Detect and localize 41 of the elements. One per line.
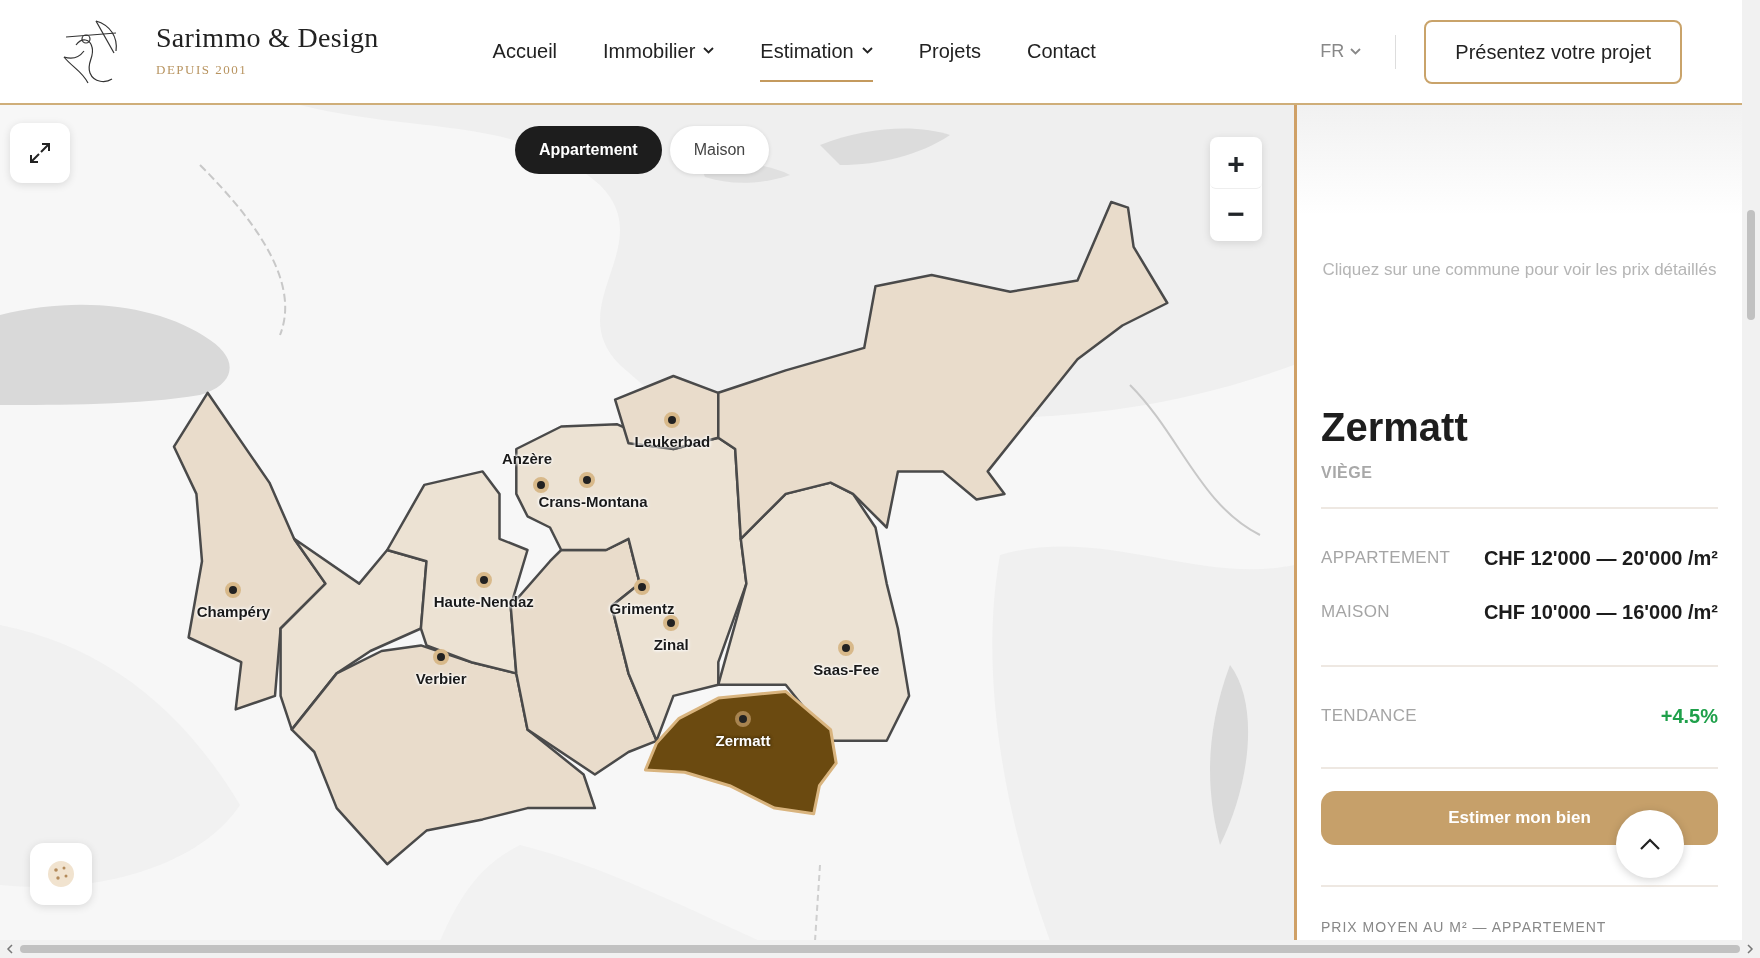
type-toggle[interactable]: Maison — [669, 126, 770, 174]
scrollbar-thumb[interactable] — [20, 945, 1740, 953]
horizontal-scrollbar[interactable] — [0, 940, 1760, 958]
commune-label[interactable]: Champéry — [196, 604, 271, 621]
zoom-in-button[interactable]: + — [1210, 139, 1262, 189]
project-button[interactable]: Présentez votre projet — [1424, 19, 1682, 84]
commune-label[interactable]: Saas-Fee — [813, 661, 880, 679]
type-toggle[interactable]: Appartement — [515, 126, 662, 174]
price-label: APPARTEMENT — [1321, 546, 1451, 569]
trend-label: TENDANCE — [1321, 704, 1417, 727]
nav-link[interactable]: Immobilier — [603, 21, 715, 82]
language-selector[interactable]: FR — [1314, 37, 1368, 66]
commune-label[interactable]: Zermatt — [715, 733, 771, 750]
cookie-icon — [46, 859, 76, 889]
price-label: MAISON — [1321, 600, 1390, 623]
trend-value: +4.5% — [1660, 703, 1718, 729]
nav-link[interactable]: Contact — [1026, 21, 1096, 82]
section-title: PRIX MOYEN AU M² — APPARTEMENT — [1321, 917, 1608, 937]
commune-title: Zermatt — [1321, 406, 1469, 447]
vertical-scrollbar[interactable] — [1742, 0, 1760, 940]
price-value: CHF 10'000 — 16'000 /m² — [1483, 599, 1718, 625]
brand-name: Sarimmo & Design — [156, 23, 379, 52]
zoom-out-button[interactable]: − — [1210, 189, 1262, 239]
nav-link[interactable]: Estimation — [760, 21, 873, 82]
district-name: VIÈGE — [1321, 462, 1374, 483]
commune-marker[interactable] — [663, 614, 680, 631]
commune-label[interactable]: Verbier — [415, 670, 467, 688]
fullscreen-button[interactable] — [10, 123, 70, 183]
price-value: CHF 12'000 — 20'000 /m² — [1483, 545, 1718, 571]
nav-link[interactable]: Projets — [918, 21, 981, 82]
expand-icon — [28, 141, 52, 165]
commune-label[interactable]: Crans-Montana — [538, 494, 648, 511]
brand-tagline: DEPUIS 2001 — [156, 60, 249, 79]
scrollbar-thumb[interactable] — [1747, 210, 1755, 320]
caret-icon — [1350, 48, 1362, 55]
scroll-left-icon[interactable] — [6, 944, 14, 954]
chevron-up-icon — [1639, 837, 1661, 851]
nav-link[interactable]: Accueil — [492, 21, 558, 82]
hint-text: Cliquez sur une commune pour voir les prix détaillés — [1321, 259, 1718, 281]
scroll-right-icon[interactable] — [1746, 944, 1754, 954]
commune-label[interactable]: Zinal — [653, 636, 689, 654]
